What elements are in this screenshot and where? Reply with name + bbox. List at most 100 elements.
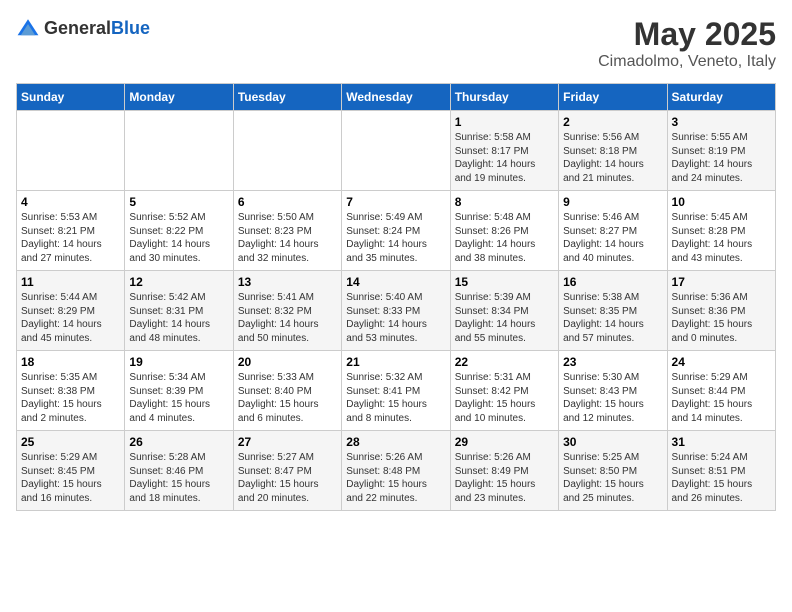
logo-blue: Blue <box>111 18 150 38</box>
day-number: 26 <box>129 435 228 449</box>
day-number: 20 <box>238 355 337 369</box>
day-number: 4 <box>21 195 120 209</box>
day-info: Sunrise: 5:55 AM Sunset: 8:19 PM Dayligh… <box>672 131 771 185</box>
day-number: 17 <box>672 275 771 289</box>
calendar-cell: 29 Sunrise: 5:26 AM Sunset: 8:49 PM Dayli… <box>450 431 558 511</box>
calendar-cell: 1 Sunrise: 5:58 AM Sunset: 8:17 PM Daylig… <box>450 111 558 191</box>
day-info: Sunrise: 5:33 AM Sunset: 8:40 PM Dayligh… <box>238 371 337 425</box>
calendar-cell: 23 Sunrise: 5:30 AM Sunset: 8:43 PM Dayli… <box>559 351 667 431</box>
day-number: 21 <box>346 355 445 369</box>
day-info: Sunrise: 5:30 AM Sunset: 8:43 PM Dayligh… <box>563 371 662 425</box>
calendar-week-row: 18 Sunrise: 5:35 AM Sunset: 8:38 PM Dayli… <box>17 351 776 431</box>
day-number: 27 <box>238 435 337 449</box>
calendar-table: SundayMondayTuesdayWednesdayThursdayFrid… <box>16 83 776 511</box>
day-info: Sunrise: 5:29 AM Sunset: 8:45 PM Dayligh… <box>21 451 120 505</box>
calendar-cell: 25 Sunrise: 5:29 AM Sunset: 8:45 PM Dayli… <box>17 431 125 511</box>
page-header: GeneralBlue May 2025 Cimadolmo, Veneto, … <box>16 16 776 71</box>
day-info: Sunrise: 5:26 AM Sunset: 8:49 PM Dayligh… <box>455 451 554 505</box>
logo-icon <box>16 16 40 40</box>
day-number: 7 <box>346 195 445 209</box>
day-number: 8 <box>455 195 554 209</box>
day-number: 15 <box>455 275 554 289</box>
logo: GeneralBlue <box>16 16 150 40</box>
calendar-cell: 19 Sunrise: 5:34 AM Sunset: 8:39 PM Dayli… <box>125 351 233 431</box>
calendar-week-row: 1 Sunrise: 5:58 AM Sunset: 8:17 PM Daylig… <box>17 111 776 191</box>
calendar-cell: 14 Sunrise: 5:40 AM Sunset: 8:33 PM Dayli… <box>342 271 450 351</box>
day-number: 6 <box>238 195 337 209</box>
day-number: 11 <box>21 275 120 289</box>
day-number: 25 <box>21 435 120 449</box>
calendar-cell: 11Sunrise: 5:44 AM Sunset: 8:29 PM Dayli… <box>17 271 125 351</box>
day-info: Sunrise: 5:28 AM Sunset: 8:46 PM Dayligh… <box>129 451 228 505</box>
day-number: 14 <box>346 275 445 289</box>
calendar-cell: 21Sunrise: 5:32 AM Sunset: 8:41 PM Dayli… <box>342 351 450 431</box>
calendar-cell <box>17 111 125 191</box>
day-number: 23 <box>563 355 662 369</box>
day-info: Sunrise: 5:36 AM Sunset: 8:36 PM Dayligh… <box>672 291 771 345</box>
day-info: Sunrise: 5:24 AM Sunset: 8:51 PM Dayligh… <box>672 451 771 505</box>
calendar-cell <box>342 111 450 191</box>
calendar-week-row: 4 Sunrise: 5:53 AM Sunset: 8:21 PM Daylig… <box>17 191 776 271</box>
day-info: Sunrise: 5:31 AM Sunset: 8:42 PM Dayligh… <box>455 371 554 425</box>
calendar-cell: 6 Sunrise: 5:50 AM Sunset: 8:23 PM Daylig… <box>233 191 341 271</box>
day-info: Sunrise: 5:53 AM Sunset: 8:21 PM Dayligh… <box>21 211 120 265</box>
day-info: Sunrise: 5:48 AM Sunset: 8:26 PM Dayligh… <box>455 211 554 265</box>
calendar-cell: 13 Sunrise: 5:41 AM Sunset: 8:32 PM Dayli… <box>233 271 341 351</box>
day-number: 16 <box>563 275 662 289</box>
day-number: 5 <box>129 195 228 209</box>
weekday-header: Saturday <box>667 84 775 111</box>
day-info: Sunrise: 5:58 AM Sunset: 8:17 PM Dayligh… <box>455 131 554 185</box>
calendar-cell: 31 Sunrise: 5:24 AM Sunset: 8:51 PM Dayli… <box>667 431 775 511</box>
day-number: 24 <box>672 355 771 369</box>
calendar-cell: 3 Sunrise: 5:55 AM Sunset: 8:19 PM Daylig… <box>667 111 775 191</box>
day-number: 10 <box>672 195 771 209</box>
calendar-cell: 4 Sunrise: 5:53 AM Sunset: 8:21 PM Daylig… <box>17 191 125 271</box>
calendar-cell: 16 Sunrise: 5:38 AM Sunset: 8:35 PM Dayli… <box>559 271 667 351</box>
day-number: 9 <box>563 195 662 209</box>
calendar-cell: 7 Sunrise: 5:49 AM Sunset: 8:24 PM Daylig… <box>342 191 450 271</box>
calendar-cell: 20 Sunrise: 5:33 AM Sunset: 8:40 PM Dayli… <box>233 351 341 431</box>
calendar-cell: 2Sunrise: 5:56 AM Sunset: 8:18 PM Daylig… <box>559 111 667 191</box>
weekday-header: Sunday <box>17 84 125 111</box>
calendar-cell: 9Sunrise: 5:46 AM Sunset: 8:27 PM Daylig… <box>559 191 667 271</box>
subtitle: Cimadolmo, Veneto, Italy <box>598 53 776 71</box>
calendar-cell: 22 Sunrise: 5:31 AM Sunset: 8:42 PM Dayli… <box>450 351 558 431</box>
calendar-cell: 10Sunrise: 5:45 AM Sunset: 8:28 PM Dayli… <box>667 191 775 271</box>
calendar-week-row: 11Sunrise: 5:44 AM Sunset: 8:29 PM Dayli… <box>17 271 776 351</box>
day-number: 30 <box>563 435 662 449</box>
calendar-week-row: 25 Sunrise: 5:29 AM Sunset: 8:45 PM Dayli… <box>17 431 776 511</box>
day-info: Sunrise: 5:29 AM Sunset: 8:44 PM Dayligh… <box>672 371 771 425</box>
day-number: 28 <box>346 435 445 449</box>
day-info: Sunrise: 5:27 AM Sunset: 8:47 PM Dayligh… <box>238 451 337 505</box>
calendar-cell: 12Sunrise: 5:42 AM Sunset: 8:31 PM Dayli… <box>125 271 233 351</box>
calendar-cell: 18 Sunrise: 5:35 AM Sunset: 8:38 PM Dayli… <box>17 351 125 431</box>
calendar-cell: 8 Sunrise: 5:48 AM Sunset: 8:26 PM Daylig… <box>450 191 558 271</box>
calendar-cell: 24 Sunrise: 5:29 AM Sunset: 8:44 PM Dayli… <box>667 351 775 431</box>
day-info: Sunrise: 5:41 AM Sunset: 8:32 PM Dayligh… <box>238 291 337 345</box>
day-number: 19 <box>129 355 228 369</box>
calendar-cell <box>125 111 233 191</box>
logo-general: General <box>44 18 111 38</box>
calendar-cell: 28 Sunrise: 5:26 AM Sunset: 8:48 PM Dayli… <box>342 431 450 511</box>
day-number: 22 <box>455 355 554 369</box>
day-number: 1 <box>455 115 554 129</box>
weekday-header: Tuesday <box>233 84 341 111</box>
day-number: 2 <box>563 115 662 129</box>
weekday-header-row: SundayMondayTuesdayWednesdayThursdayFrid… <box>17 84 776 111</box>
day-info: Sunrise: 5:49 AM Sunset: 8:24 PM Dayligh… <box>346 211 445 265</box>
day-info: Sunrise: 5:40 AM Sunset: 8:33 PM Dayligh… <box>346 291 445 345</box>
day-info: Sunrise: 5:35 AM Sunset: 8:38 PM Dayligh… <box>21 371 120 425</box>
day-info: Sunrise: 5:50 AM Sunset: 8:23 PM Dayligh… <box>238 211 337 265</box>
day-number: 18 <box>21 355 120 369</box>
calendar-cell: 17 Sunrise: 5:36 AM Sunset: 8:36 PM Dayli… <box>667 271 775 351</box>
day-number: 13 <box>238 275 337 289</box>
day-number: 29 <box>455 435 554 449</box>
calendar-cell: 27 Sunrise: 5:27 AM Sunset: 8:47 PM Dayli… <box>233 431 341 511</box>
day-number: 31 <box>672 435 771 449</box>
logo-text: GeneralBlue <box>44 18 150 39</box>
day-number: 3 <box>672 115 771 129</box>
day-info: Sunrise: 5:34 AM Sunset: 8:39 PM Dayligh… <box>129 371 228 425</box>
day-info: Sunrise: 5:38 AM Sunset: 8:35 PM Dayligh… <box>563 291 662 345</box>
weekday-header: Friday <box>559 84 667 111</box>
day-info: Sunrise: 5:26 AM Sunset: 8:48 PM Dayligh… <box>346 451 445 505</box>
